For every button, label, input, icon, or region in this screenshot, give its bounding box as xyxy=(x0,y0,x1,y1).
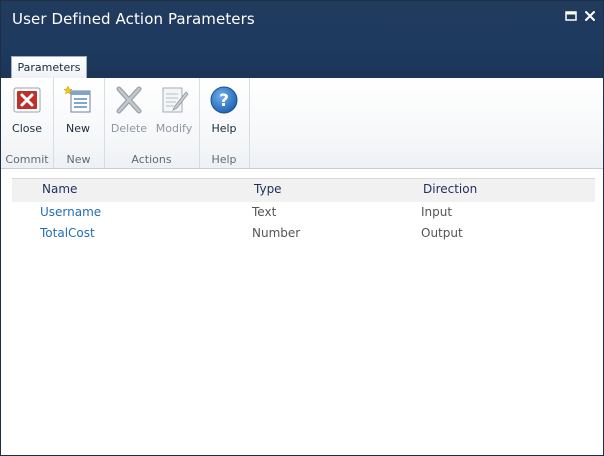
parameter-name-link[interactable]: TotalCost xyxy=(40,226,95,240)
column-header-direction[interactable]: Direction xyxy=(423,182,477,196)
group-label-new: New xyxy=(66,153,91,166)
parameter-direction: Output xyxy=(421,226,463,240)
svg-text:?: ? xyxy=(219,91,229,111)
ribbon-group-new: New New xyxy=(53,78,105,168)
column-header-name[interactable]: Name xyxy=(42,182,77,196)
maximize-icon[interactable] xyxy=(564,8,578,22)
dialog-title: User Defined Action Parameters xyxy=(12,10,255,28)
column-header-type[interactable]: Type xyxy=(254,182,282,196)
table-row: TotalCost Number Output xyxy=(12,223,595,244)
parameter-name-link[interactable]: Username xyxy=(40,205,101,219)
group-label-commit: Commit xyxy=(5,153,49,166)
new-item-icon xyxy=(63,85,91,113)
group-label-actions: Actions xyxy=(131,153,172,166)
close-window-icon[interactable] xyxy=(583,8,597,22)
new-button-label: New xyxy=(66,122,90,135)
help-button-label: Help xyxy=(211,122,237,135)
close-button[interactable]: Close xyxy=(5,84,49,136)
ribbon: Close Commit New New Delete Modify Actio… xyxy=(1,78,603,169)
ribbon-group-actions: Delete Modify Actions xyxy=(104,78,200,168)
parameter-type: Number xyxy=(252,226,301,240)
parameter-direction: Input xyxy=(421,205,453,219)
modify-icon xyxy=(162,87,189,113)
ribbon-group-help: ? Help Help xyxy=(199,78,250,168)
modify-button[interactable]: Modify xyxy=(152,84,196,136)
delete-button-label: Delete xyxy=(110,122,148,135)
group-label-help: Help xyxy=(211,153,237,166)
new-button[interactable]: New xyxy=(56,84,100,136)
ribbon-group-commit: Close Commit xyxy=(1,78,54,168)
modify-button-label: Modify xyxy=(155,122,193,135)
close-button-label: Close xyxy=(12,122,42,135)
parameter-type: Text xyxy=(252,205,277,219)
title-bar: User Defined Action Parameters Parameter… xyxy=(1,1,603,78)
help-button[interactable]: ? Help xyxy=(202,84,246,136)
help-icon: ? xyxy=(210,86,238,114)
table-header: Name Type Direction xyxy=(12,178,595,202)
close-icon xyxy=(13,87,41,113)
table-row: Username Text Input xyxy=(12,202,595,223)
delete-button[interactable]: Delete xyxy=(107,84,151,136)
delete-icon xyxy=(116,86,142,114)
tab-parameters[interactable]: Parameters xyxy=(11,56,87,78)
dialog-window: User Defined Action Parameters Parameter… xyxy=(0,0,604,456)
